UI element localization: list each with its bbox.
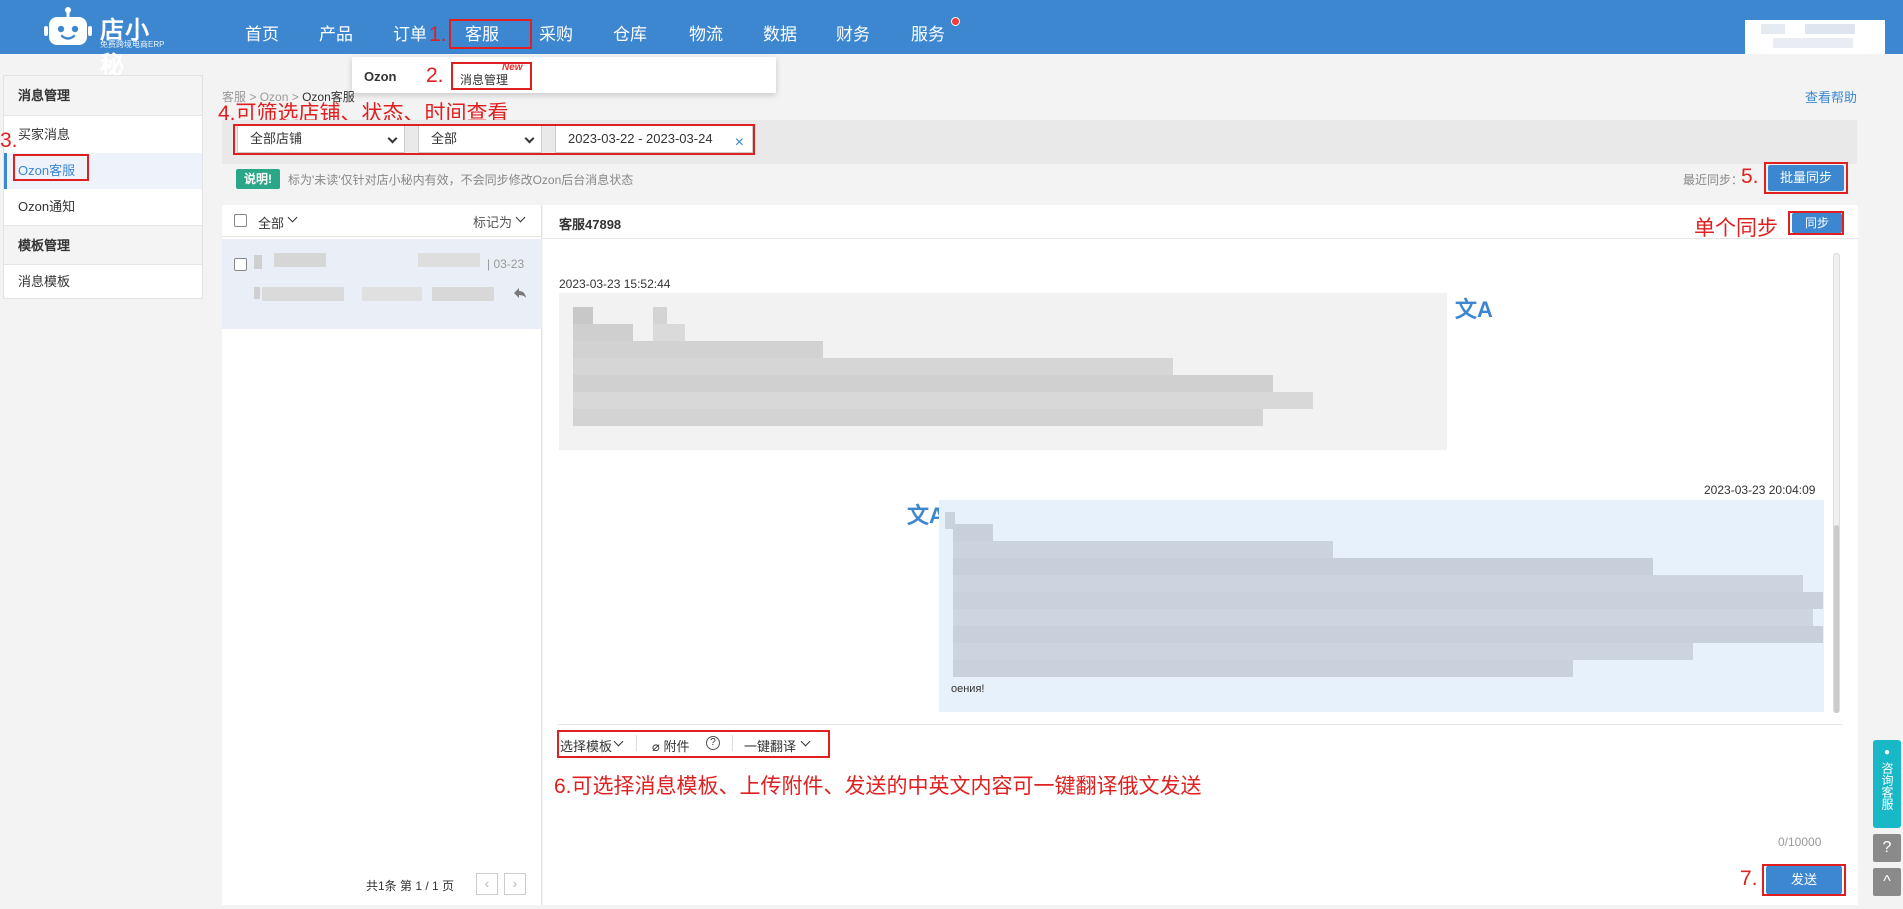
nav-finance[interactable]: 财务 [827, 0, 879, 54]
brand-slogan: 免费跨境电商ERP [100, 40, 165, 49]
pagination-text: 共1条 第 1 / 1 页 [366, 879, 455, 893]
annotation-box-sync [1788, 211, 1844, 235]
help-icon[interactable]: ? [1873, 834, 1901, 862]
item-date: | 03-23 [487, 257, 525, 271]
notification-dot [951, 17, 960, 26]
annotation-single-sync: 单个同步 [1694, 217, 1778, 240]
nav-logistics[interactable]: 物流 [680, 0, 732, 54]
reply-icon [514, 288, 526, 298]
nav-warehouse[interactable]: 仓库 [604, 0, 656, 54]
list-header: 全部 标记为 [222, 205, 542, 237]
customer-service-dropdown: Ozon 消息管理 New [352, 57, 776, 93]
sidebar-item-ozon-notice[interactable]: Ozon通知 [4, 189, 202, 225]
annotation-box-toolbar [557, 730, 830, 758]
chat-scrollbar-thumb[interactable] [1834, 525, 1839, 713]
annotation-box-send [1762, 864, 1846, 896]
outgoing-message-bubble: оения! [939, 500, 1824, 712]
logo[interactable]: 店小秘 免费跨境电商ERP [44, 4, 174, 79]
select-all-checkbox[interactable] [234, 214, 247, 227]
annotation-7: 7. [1740, 867, 1758, 890]
nav-services[interactable]: 服务 [902, 0, 954, 54]
annotation-box-dropdown [451, 62, 532, 90]
sidebar-section-templates: 模板管理 [4, 225, 202, 265]
chat-divider [543, 238, 1858, 239]
annotation-3: 3. [0, 129, 18, 152]
list-item[interactable]: | 03-23 [222, 239, 542, 329]
outgoing-message-tail: оения! [951, 683, 985, 695]
nav-products[interactable]: 产品 [310, 0, 362, 54]
help-link[interactable]: 查看帮助 [1805, 87, 1857, 106]
annotation-box-sidebar [13, 154, 89, 181]
conversation-list: 全部 标记为 | 03-23 共1条 第 1 / 1 页 ‹ › [222, 205, 542, 905]
toolbar-divider [558, 724, 1842, 725]
next-page-button[interactable]: › [504, 873, 526, 895]
sidebar-item-message-templates[interactable]: 消息模板 [4, 264, 202, 300]
annotation-box-filters [233, 124, 755, 155]
annotation-box-batch-sync [1764, 162, 1848, 194]
note-badge: 说明! [236, 169, 280, 189]
incoming-message-bubble [559, 293, 1447, 450]
annotation-box-nav [449, 19, 532, 49]
consult-service-button[interactable]: ● 咨询客服 [1873, 740, 1901, 828]
chevron-down-icon[interactable] [515, 212, 526, 223]
select-all-label[interactable]: 全部 [258, 213, 284, 232]
outgoing-message-time: 2023-03-23 20:04:09 [1704, 483, 1816, 497]
incoming-message-time: 2023-03-23 15:52:44 [559, 277, 671, 291]
message-compose-textarea[interactable] [558, 765, 1842, 855]
last-sync-label: 最近同步： [1683, 173, 1744, 187]
annotation-5: 5. [1741, 165, 1759, 188]
nav-home[interactable]: 首页 [236, 0, 288, 54]
dropdown-category-ozon: Ozon [364, 69, 397, 84]
sidebar-item-buyer-messages[interactable]: 买家消息 [4, 117, 202, 153]
chevron-down-icon[interactable] [287, 212, 298, 223]
prev-page-button[interactable]: ‹ [476, 873, 498, 895]
translate-icon[interactable]: 文A [1455, 292, 1493, 324]
char-counter: 0/10000 [1778, 835, 1822, 849]
user-account-box[interactable] [1745, 20, 1885, 54]
robot-logo-icon [44, 7, 92, 45]
mark-as-dropdown[interactable]: 标记为 [473, 212, 512, 231]
annotation-1: 1. [429, 23, 447, 46]
item-checkbox[interactable] [234, 258, 247, 271]
back-to-top-icon[interactable]: ^ [1873, 868, 1901, 896]
chat-title: 客服47898 [559, 217, 622, 232]
note-text: 标为'未读'仅针对店小秘内有效，不会同步修改Ozon后台消息状态 [288, 173, 634, 187]
sidebar: 消息管理 买家消息 Ozon客服 Ozon通知 模板管理 消息模板 [3, 75, 203, 299]
nav-purchase[interactable]: 采购 [530, 0, 582, 54]
nav-data[interactable]: 数据 [754, 0, 806, 54]
annotation-2: 2. [426, 64, 444, 87]
person-icon: ● [1883, 747, 1891, 758]
sidebar-section-messages: 消息管理 [4, 76, 202, 116]
